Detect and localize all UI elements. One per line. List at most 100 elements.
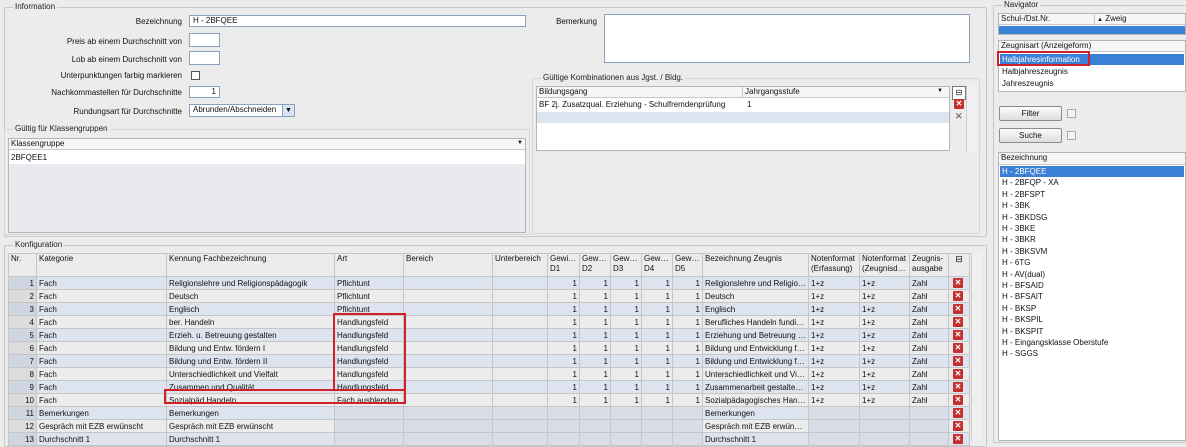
col-gewicht-d4[interactable]: Gewicht D4 xyxy=(641,253,673,277)
cell-kategorie[interactable]: Gespräch mit EZB erwünscht xyxy=(36,419,167,433)
cell-bereich[interactable] xyxy=(403,367,493,381)
list-item[interactable]: H - 6TG xyxy=(1000,257,1184,268)
cell-bereich[interactable] xyxy=(403,276,493,290)
list-item[interactable]: H - 3BK xyxy=(1000,200,1184,211)
cell-gewicht-d3[interactable] xyxy=(610,419,642,433)
col-bezeichnung-zeugnis[interactable]: Bezeichnung Zeugnis xyxy=(702,253,809,277)
cell-unterbereich[interactable] xyxy=(492,419,548,433)
cell-unterbereich[interactable] xyxy=(492,315,548,329)
list-item[interactable]: H - 3BKSVM xyxy=(1000,246,1184,257)
cell-notenformat-druck[interactable]: 1+z xyxy=(859,315,910,329)
cell-zeugnisausgabe[interactable]: Zahl xyxy=(909,289,949,303)
cell-art[interactable]: Handlungsfeld xyxy=(334,367,404,381)
table-row[interactable]: 13 Durchschnitt 1 Durchschnitt 1 Durchschni… xyxy=(8,432,970,446)
cell-gewicht-d5[interactable]: 1 xyxy=(672,328,703,342)
cell-bezeichnung-zeugnis[interactable]: Gespräch mit EZB erwünscht xyxy=(702,419,809,433)
cell-notenformat-erfassung[interactable]: 1+z xyxy=(808,289,860,303)
lob-input[interactable] xyxy=(189,51,220,65)
table-row[interactable]: 9 Fach Zusammen und Qualität Handlungsfeld 1… xyxy=(8,380,970,394)
cell-notenformat-druck[interactable] xyxy=(859,406,910,420)
grid-menu-icon[interactable]: ⊟ xyxy=(952,86,966,100)
cell-unterbereich[interactable] xyxy=(492,406,548,420)
zeugnisart-item[interactable]: Halbjahreszeugnis xyxy=(1000,66,1184,77)
cell-gewicht-d4[interactable]: 1 xyxy=(641,302,673,316)
delete-icon[interactable]: ✕ xyxy=(953,343,963,353)
cell-notenformat-erfassung[interactable] xyxy=(808,432,860,446)
cell-bereich[interactable] xyxy=(403,406,493,420)
cell-kennung[interactable]: Englisch xyxy=(166,302,335,316)
cell-bezeichnung-zeugnis[interactable]: Bemerkungen xyxy=(702,406,809,420)
cell-kategorie[interactable]: Fach xyxy=(36,315,167,329)
cell-nr[interactable]: 1 xyxy=(8,276,37,290)
zeugnisart-item[interactable]: Halbjahresinformation xyxy=(1000,54,1184,65)
cell-nr[interactable]: 2 xyxy=(8,289,37,303)
table-row[interactable]: 8 Fach Unterschiedlichkeit und Vielfalt Han… xyxy=(8,367,970,381)
list-item[interactable]: H - 2BFQP - XA xyxy=(1000,177,1184,188)
cell-art[interactable]: Pflichtunt xyxy=(334,302,404,316)
table-row[interactable]: 1 Fach Religionslehre und Religionspädagog… xyxy=(8,276,970,290)
table-row[interactable]: 7 Fach Bildung und Entw. fördern II Handlun… xyxy=(8,354,970,368)
cell-gewicht-d2[interactable]: 1 xyxy=(579,380,611,394)
table-row[interactable]: 5 Fach Erzieh. u. Betreuung gestalten Handl… xyxy=(8,328,970,342)
delete-icon[interactable]: ✕ xyxy=(953,408,963,418)
cell-kennung[interactable]: Gespräch mit EZB erwünscht xyxy=(166,419,335,433)
cell-kennung[interactable]: Bildung und Entw. fördern II xyxy=(166,354,335,368)
cell-art[interactable]: Pflichtunt xyxy=(334,289,404,303)
table-row[interactable]: 2 Fach Deutsch Pflichtunt 1 1 1 1 1 Deutsch 1+z 1+z… xyxy=(8,289,970,303)
col-bezeichnung[interactable]: Bezeichnung xyxy=(999,153,1185,165)
cell-art[interactable]: Handlungsfeld xyxy=(334,328,404,342)
cell-notenformat-druck[interactable]: 1+z xyxy=(859,302,910,316)
cell-bezeichnung-zeugnis[interactable]: Berufliches Handeln fundier… xyxy=(702,315,809,329)
cell-nr[interactable]: 3 xyxy=(8,302,37,316)
cell-notenformat-druck[interactable]: 1+z xyxy=(859,289,910,303)
cell-gewicht-d2[interactable] xyxy=(579,432,611,446)
cell-bezeichnung-zeugnis[interactable]: Bildung und Entwicklung för… xyxy=(702,354,809,368)
cell-zeugnisausgabe[interactable]: Zahl xyxy=(909,315,949,329)
cell-gewicht-d4[interactable] xyxy=(641,432,673,446)
cell-bezeichnung-zeugnis[interactable]: Englisch xyxy=(702,302,809,316)
delete-icon[interactable]: ✕ xyxy=(953,317,963,327)
col-jahrgangsstufe[interactable]: Jahrgangsstufe xyxy=(743,87,949,98)
col-nr[interactable]: Nr. xyxy=(8,253,37,277)
cell-art[interactable] xyxy=(334,406,404,420)
delete-icon[interactable]: ✕ xyxy=(953,304,963,314)
cell-bereich[interactable] xyxy=(403,302,493,316)
cell-gewicht-d5[interactable] xyxy=(672,432,703,446)
cell-gewicht-d2[interactable]: 1 xyxy=(579,341,611,355)
cell-gewicht-d5[interactable] xyxy=(672,406,703,420)
col-zweig[interactable]: ▲ Zweig xyxy=(1095,14,1185,25)
cell-gewicht-d2[interactable] xyxy=(579,406,611,420)
cell-zeugnisausgabe[interactable]: Zahl xyxy=(909,380,949,394)
delete-icon[interactable]: ✕ xyxy=(953,291,963,301)
cell-gewicht-d5[interactable]: 1 xyxy=(672,315,703,329)
cell-notenformat-erfassung[interactable]: 1+z xyxy=(808,354,860,368)
cell-gewicht-d1[interactable]: 1 xyxy=(547,393,580,407)
cell-zeugnisausgabe[interactable]: Zahl xyxy=(909,328,949,342)
cell-zeugnisausgabe[interactable]: Zahl xyxy=(909,393,949,407)
konfiguration-scrollbar[interactable] xyxy=(971,253,982,441)
cell-notenformat-erfassung[interactable]: 1+z xyxy=(808,276,860,290)
cell-nr[interactable]: 9 xyxy=(8,380,37,394)
cell-bereich[interactable] xyxy=(403,419,493,433)
cell-notenformat-druck[interactable]: 1+z xyxy=(859,328,910,342)
cell-gewicht-d1[interactable]: 1 xyxy=(547,354,580,368)
cell-gewicht-d5[interactable]: 1 xyxy=(672,276,703,290)
cell-kategorie[interactable]: Fach xyxy=(36,341,167,355)
chevron-down-icon[interactable]: ▼ xyxy=(937,88,943,94)
cell-gewicht-d5[interactable]: 1 xyxy=(672,380,703,394)
cell-bereich[interactable] xyxy=(403,315,493,329)
cell-nr[interactable]: 8 xyxy=(8,367,37,381)
cell-gewicht-d4[interactable]: 1 xyxy=(641,289,673,303)
cell-nr[interactable]: 5 xyxy=(8,328,37,342)
cell-unterbereich[interactable] xyxy=(492,380,548,394)
list-item[interactable]: H - 2BFQEE xyxy=(1000,166,1184,177)
cell-bereich[interactable] xyxy=(403,432,493,446)
cell-art[interactable]: Pflichtunt xyxy=(334,276,404,290)
cell-gewicht-d2[interactable]: 1 xyxy=(579,315,611,329)
cell-gewicht-d2[interactable]: 1 xyxy=(579,302,611,316)
cell-nr[interactable]: 12 xyxy=(8,419,37,433)
cell-gewicht-d5[interactable]: 1 xyxy=(672,367,703,381)
list-item[interactable]: H - 3BKDSG xyxy=(1000,212,1184,223)
cell-kategorie[interactable]: Fach xyxy=(36,289,167,303)
cell-bezeichnung-zeugnis[interactable]: Sozialpädagogisches Handeln xyxy=(702,393,809,407)
